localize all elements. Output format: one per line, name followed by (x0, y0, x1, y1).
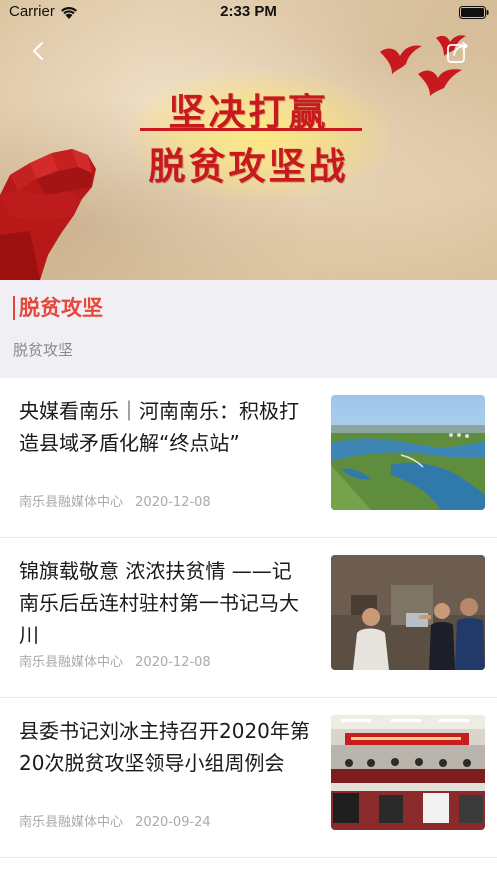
news-item[interactable]: 县委书记刘冰主持召开2020年第20次脱贫攻坚领导小组周例会 南乐县融媒体中心 … (0, 698, 497, 858)
news-item[interactable]: 央媒看南乐｜河南南乐：积极打造县域矛盾化解“终点站” 南乐县融媒体中心 2020… (0, 378, 497, 538)
chevron-left-icon[interactable] (28, 40, 50, 62)
news-thumbnail[interactable] (331, 555, 485, 670)
hero-banner: 坚决打赢 脱贫攻坚战 (0, 0, 497, 280)
news-source: 南乐县融媒体中心 (19, 655, 124, 670)
news-thumbnail[interactable] (331, 715, 485, 830)
battery-icon (459, 6, 489, 19)
news-title[interactable]: 县委书记刘冰主持召开2020年第20次脱贫攻坚领导小组周例会 (19, 715, 311, 779)
news-thumbnail[interactable] (331, 395, 485, 510)
section-header: 脱贫攻坚 脱贫攻坚 (0, 280, 497, 378)
banner-divider (140, 128, 362, 131)
share-icon[interactable] (446, 40, 470, 64)
section-subtitle: 脱贫攻坚 (13, 341, 74, 359)
section-title: 脱贫攻坚 (13, 296, 103, 320)
news-date: 2020-12-08 (135, 655, 211, 670)
news-title[interactable]: 锦旗载敬意 浓浓扶贫情 ——记南乐后岳连村驻村第一书记马大川 (19, 555, 311, 651)
news-list: 央媒看南乐｜河南南乐：积极打造县域矛盾化解“终点站” 南乐县融媒体中心 2020… (0, 378, 497, 858)
news-meta: 南乐县融媒体中心 2020-12-08 (19, 491, 211, 510)
people-indoor-photo (331, 555, 485, 670)
banner-line-2: 脱贫攻坚战 (148, 144, 349, 188)
status-time: 2:33 PM (220, 3, 277, 20)
news-meta: 南乐县融媒体中心 2020-09-24 (19, 811, 211, 830)
aerial-lake-photo (331, 395, 485, 510)
news-title[interactable]: 央媒看南乐｜河南南乐：积极打造县域矛盾化解“终点站” (19, 395, 311, 459)
news-meta: 南乐县融媒体中心 2020-12-08 (19, 651, 211, 670)
news-date: 2020-12-08 (135, 495, 211, 510)
news-date: 2020-09-24 (135, 815, 211, 830)
meeting-room-photo (331, 715, 485, 830)
news-source: 南乐县融媒体中心 (19, 815, 124, 830)
news-item[interactable]: 锦旗载敬意 浓浓扶贫情 ——记南乐后岳连村驻村第一书记马大川 南乐县融媒体中心 … (0, 538, 497, 698)
news-source: 南乐县融媒体中心 (19, 495, 124, 510)
status-bar: Carrier 2:33 PM (0, 0, 497, 26)
